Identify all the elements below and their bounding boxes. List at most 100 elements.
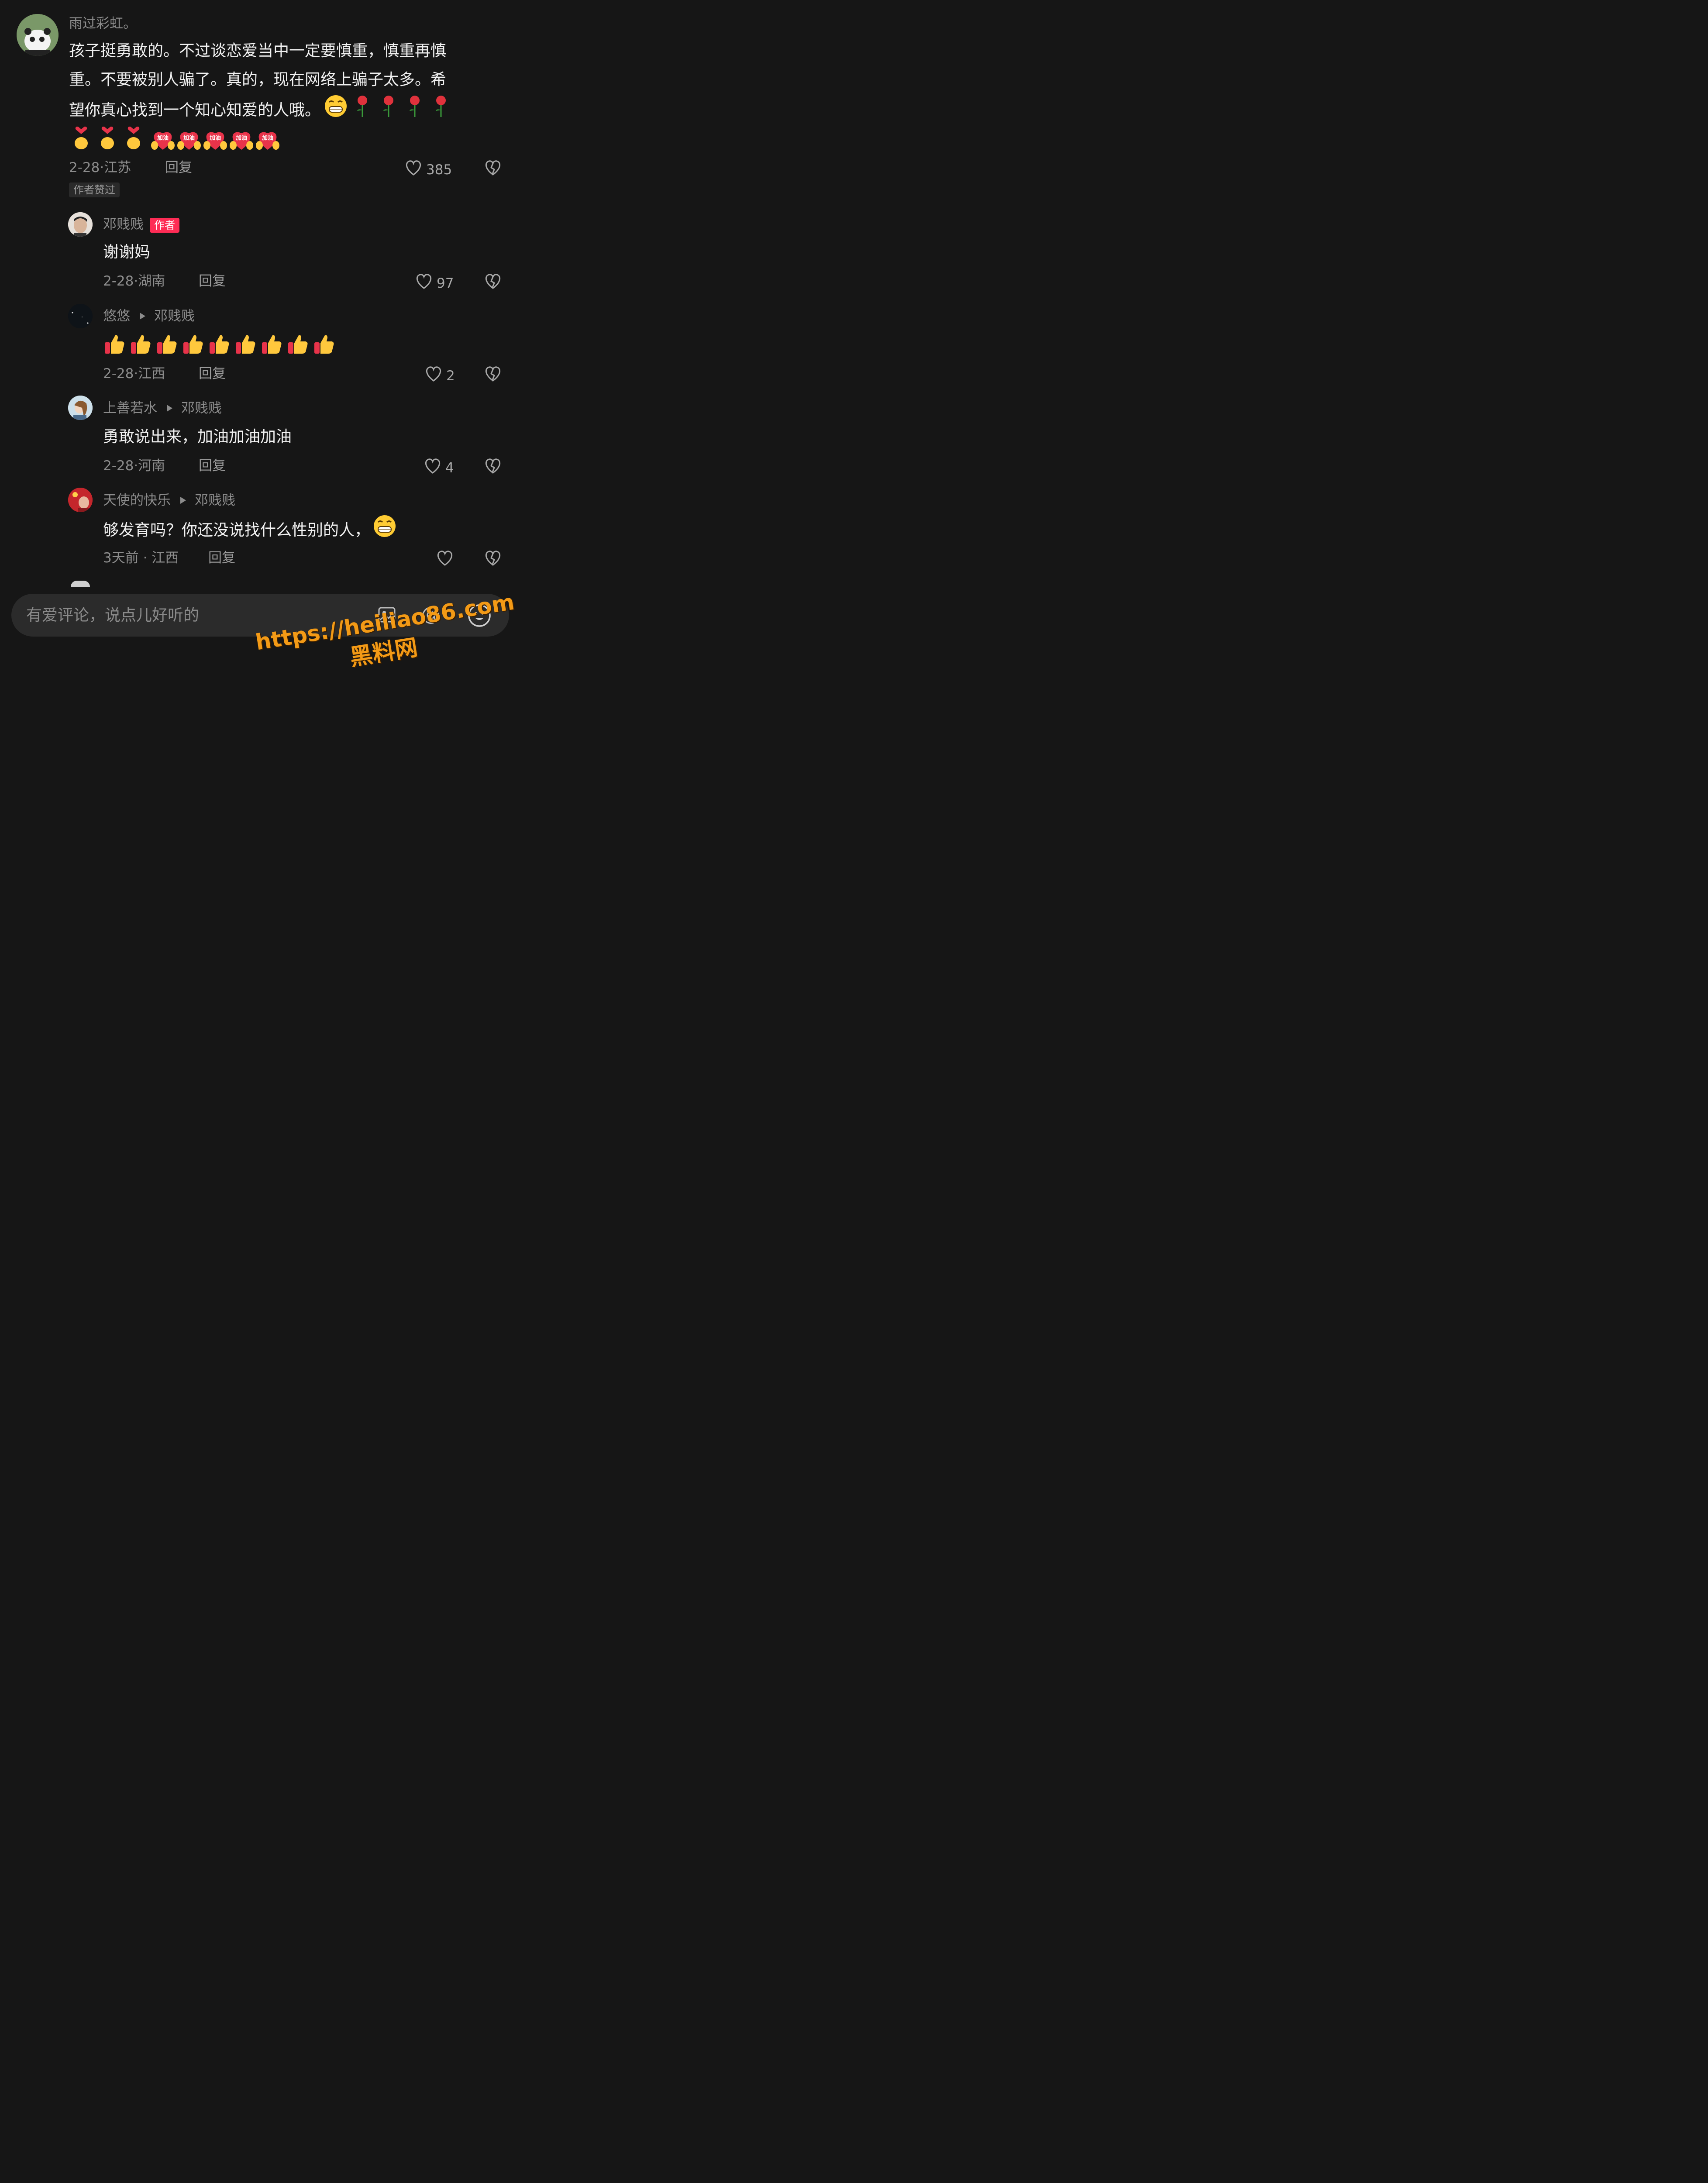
thumbs-up-emoji	[235, 334, 256, 357]
reply-button[interactable]: 回复	[199, 457, 226, 475]
rose-emoji	[354, 94, 371, 127]
broken-heart-icon[interactable]	[484, 365, 502, 384]
meta-dot: ·	[134, 458, 138, 474]
reply-arrow-icon	[140, 313, 145, 320]
comment-meta: 2-28·河南	[103, 457, 165, 475]
finger-heart-emoji	[125, 126, 142, 152]
thumbs-up-emoji	[183, 334, 203, 357]
reply-to-username: 邓贱贱	[181, 400, 222, 416]
thumbs-up-emoji	[104, 334, 125, 357]
thumbs-up-emoji	[313, 334, 334, 357]
grinning-emoji	[324, 94, 348, 127]
author-liked-badge: 作者赞过	[69, 182, 120, 197]
broken-heart-icon[interactable]	[484, 159, 502, 178]
rose-emoji	[406, 94, 424, 127]
author-tag: 作者	[150, 217, 179, 233]
comment-meta: 2-28·湖南	[103, 272, 165, 290]
broken-heart-icon[interactable]	[484, 549, 502, 568]
heart-icon	[415, 272, 433, 294]
meta-dot: ·	[134, 366, 138, 382]
comment-list: 雨过彩虹。 孩子挺勇敢的。不过谈恋爱当中一定要慎重，慎重再慎 重。不要被别人骗了…	[0, 0, 523, 685]
comment-text-line: 重。不要被别人骗了。真的，现在网络上骗子太多。希	[69, 71, 447, 89]
heart-icon	[424, 365, 443, 387]
comment-location: 江西	[138, 366, 165, 382]
like-button[interactable]: 4	[424, 457, 454, 479]
like-button[interactable]	[436, 549, 454, 571]
username-text: 邓贱贱	[103, 217, 144, 232]
username-text: 天使的快乐	[103, 492, 171, 508]
reply-to-username: 邓贱贱	[195, 492, 235, 508]
like-button[interactable]: 385	[404, 159, 452, 181]
reply-arrow-icon	[167, 405, 172, 412]
sticker-label: 加油	[235, 135, 247, 141]
username-text: 上善若水	[103, 400, 157, 416]
jiayou-sticker: 加油	[151, 128, 175, 151]
comment-username[interactable]: 邓贱贱 作者	[103, 216, 179, 233]
like-count: 4	[445, 460, 454, 476]
like-count: 97	[437, 275, 454, 291]
avatar[interactable]	[17, 14, 59, 56]
rose-emoji	[380, 94, 397, 127]
broken-heart-icon[interactable]	[484, 457, 502, 476]
jiayou-sticker: 加油	[203, 128, 227, 151]
comment-date: 2-28	[103, 273, 134, 289]
sticker-label: 加油	[262, 135, 273, 141]
avatar[interactable]	[68, 488, 93, 512]
comment-text-line-with-emoji: 望你真心找到一个知心知爱的人哦。	[69, 94, 501, 127]
finger-heart-emoji	[99, 126, 116, 152]
reply-button[interactable]: 回复	[165, 159, 192, 176]
comment-location: 江西	[152, 550, 179, 566]
comment-date: 2-28	[103, 366, 134, 382]
reply-button[interactable]: 回复	[199, 365, 226, 382]
comment-text-line: 孩子挺勇敢的。不过谈恋爱当中一定要慎重，慎重再慎	[69, 42, 447, 60]
thumbs-up-emoji	[287, 334, 308, 357]
comment-location: 河南	[138, 458, 165, 474]
comment-username[interactable]: 悠悠 邓贱贱	[103, 307, 195, 325]
heart-icon	[436, 549, 454, 571]
comment-meta: 2-28·江苏	[69, 159, 131, 176]
like-count: 385	[426, 162, 452, 178]
avatar[interactable]	[68, 304, 93, 328]
broken-heart-icon[interactable]	[484, 272, 502, 292]
comment-text: 谢谢妈	[103, 243, 151, 261]
comment-date: 3天前	[103, 550, 139, 566]
heart-icon	[424, 457, 442, 479]
meta-dot: ·	[138, 550, 152, 566]
comment-meta: 3天前 · 江西	[103, 549, 179, 567]
like-button[interactable]: 2	[424, 365, 455, 387]
comment-date: 2-28	[69, 160, 100, 176]
comment-username[interactable]: 天使的快乐 邓贱贱	[103, 492, 235, 509]
reply-button[interactable]: 回复	[199, 272, 226, 290]
thumbs-up-emoji	[156, 334, 177, 357]
avatar[interactable]	[68, 396, 93, 420]
comment-emoji-row	[104, 334, 334, 357]
thumbs-up-emoji	[261, 334, 282, 357]
like-button[interactable]: 97	[415, 272, 454, 294]
jiayou-sticker: 加油	[177, 128, 201, 151]
grinning-emoji	[373, 514, 396, 547]
heart-icon	[404, 159, 423, 181]
emoji-row: 加油 加油 加油 加油 加油	[72, 126, 279, 152]
comment-text: 勇敢说出来，加油加油加油	[103, 428, 292, 446]
jiayou-stickers: 加油 加油 加油 加油 加油	[151, 128, 279, 151]
reply-button[interactable]: 回复	[208, 549, 235, 567]
comment-input-placeholder: 有爱评论，说点儿好听的	[26, 606, 200, 624]
like-count: 2	[446, 368, 455, 384]
jiayou-sticker: 加油	[230, 128, 253, 151]
comment-meta: 2-28·江西	[103, 365, 165, 382]
thumbs-up-emoji	[130, 334, 151, 357]
jiayou-sticker: 加油	[256, 128, 279, 151]
comment-date: 2-28	[103, 458, 134, 474]
comment-username[interactable]: 雨过彩虹。	[69, 15, 137, 32]
rose-emoji	[432, 94, 450, 127]
username-text: 悠悠	[103, 308, 130, 324]
avatar[interactable]	[68, 212, 93, 237]
sticker-label: 加油	[183, 135, 195, 141]
comment-text: 够发育吗？你还没说找什么性别的人，	[103, 514, 396, 547]
reply-to-username: 邓贱贱	[154, 308, 195, 324]
comment-location: 湖南	[138, 273, 165, 289]
thumbs-up-emoji	[209, 334, 230, 357]
avatar[interactable]	[71, 581, 90, 587]
comment-username[interactable]: 上善若水 邓贱贱	[103, 399, 222, 417]
finger-heart-emoji	[72, 126, 90, 152]
